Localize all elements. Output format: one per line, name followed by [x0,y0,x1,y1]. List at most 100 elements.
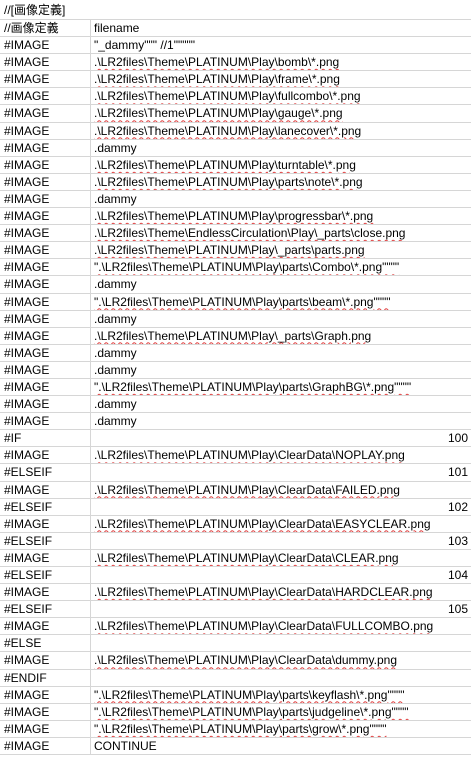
cell-column-b[interactable]: ".\LR2files\Theme\PLATINUM\Play\parts\Gr… [91,379,471,395]
cell-column-a[interactable]: #IMAGE [0,225,91,242]
cell-column-b[interactable]: "_dammy""" //1""""" [91,37,471,53]
cell-column-a[interactable]: #IMAGE [0,584,91,601]
cell-column-b[interactable]: ".\LR2files\Theme\PLATINUM\Play\parts\ke… [91,687,471,703]
cell-column-a[interactable]: #IMAGE [0,208,91,225]
cell-column-a[interactable]: #IMAGE [0,54,91,71]
cell-column-b[interactable]: .\LR2files\Theme\PLATINUM\Play\ClearData… [91,584,471,600]
table-row: #IMAGE .\LR2files\Theme\PLATINUM\Play\Cle… [0,618,471,636]
cell-column-b[interactable]: .\LR2files\Theme\PLATINUM\Play\gauge\*.p… [91,105,471,121]
cell-column-a[interactable]: #IMAGE [0,549,91,566]
cell-column-a[interactable]: #IMAGE [0,105,91,122]
cell-column-b[interactable]: .\LR2files\Theme\PLATINUM\Play\ClearData… [91,550,471,566]
cell-column-a[interactable]: #IMAGE [0,737,91,755]
cell-column-b[interactable]: .\LR2files\Theme\PLATINUM\Play\ClearData… [91,618,471,634]
cell-column-b[interactable]: .dammy [91,191,471,207]
cell-column-a[interactable]: #IMAGE [0,720,91,737]
table-row: #IMAGE .\LR2files\Theme\PLATINUM\Play\par… [0,173,471,191]
cell-column-b[interactable]: .\LR2files\Theme\PLATINUM\Play\progressb… [91,208,471,224]
table-row: #ELSEIF 101 [0,464,471,482]
cell-column-a[interactable]: #IMAGE [0,396,91,413]
cell-column-b[interactable]: ".\LR2files\Theme\PLATINUM\Play\parts\gr… [91,721,471,737]
cell-column-a[interactable]: #IMAGE [0,344,91,361]
cell-column-a[interactable]: #IMAGE [0,686,91,703]
cell-column-b[interactable]: filename [91,20,471,36]
cell-column-a[interactable]: #IMAGE [0,413,91,430]
cell-column-a[interactable]: #ELSEIF [0,498,91,515]
cell-column-b[interactable]: .\LR2files\Theme\PLATINUM\Play\lanecover… [91,123,471,139]
cell-column-b[interactable]: CONTINUE [91,738,471,754]
cell-column-a[interactable]: #IMAGE [0,378,91,396]
cell-column-a[interactable]: #ELSE [0,635,91,652]
cell-column-b[interactable]: .\LR2files\Theme\EndlessCirculation\Play… [91,225,471,241]
cell-column-a[interactable]: #IMAGE [0,293,91,310]
cell-column-a[interactable]: #IMAGE [0,122,91,139]
table-row: #IMAGE .\LR2files\Theme\PLATINUM\Play\Cle… [0,481,471,499]
cell-column-b[interactable]: ".\LR2files\Theme\PLATINUM\Play\parts\be… [91,294,471,310]
cell-column-a[interactable]: #IMAGE [0,88,91,105]
cell-column-b[interactable]: .dammy [91,311,471,327]
cell-column-a[interactable]: #IMAGE [0,618,91,635]
cell-column-b[interactable]: 103 [91,533,471,549]
cell-text: 102 [447,499,468,514]
cell-column-a[interactable]: #IMAGE [0,327,91,344]
table-row: #IMAGE .\LR2files\Theme\PLATINUM\Play\Cle… [0,515,471,533]
cell-column-a[interactable]: #IMAGE [0,71,91,88]
cell-column-b[interactable]: ".\LR2files\Theme\PLATINUM\Play\parts\ju… [91,704,471,720]
table-row: #IMAGE .\LR2files\Theme\EndlessCirculatio… [0,225,471,243]
cell-column-b[interactable]: .dammy [91,396,471,412]
cell-column-a[interactable]: #IF [0,430,91,447]
cell-column-a[interactable]: //画像定義 [0,20,91,37]
cell-column-b[interactable]: .\LR2files\Theme\PLATINUM\Play\parts\not… [91,174,471,190]
cell-column-b[interactable]: .dammy [91,345,471,361]
cell-column-a[interactable]: #IMAGE [0,361,91,378]
table-row: #IMAGE .\LR2files\Theme\PLATINUM\Play\_pa… [0,242,471,260]
cell-column-b[interactable] [91,635,471,651]
cell-column-b[interactable] [91,670,471,686]
cell-column-a[interactable]: #IMAGE [0,37,91,54]
cell-column-b[interactable]: .dammy [91,413,471,429]
cell-column-a[interactable]: #IMAGE [0,481,91,498]
cell-column-b[interactable]: .\LR2files\Theme\PLATINUM\Play\ClearData… [91,652,471,668]
cell-column-b[interactable]: .\LR2files\Theme\PLATINUM\Play\_parts\pa… [91,242,471,258]
cell-column-a[interactable]: #IMAGE [0,173,91,190]
cell-column-a[interactable]: #IMAGE [0,242,91,259]
cell-column-b[interactable]: 100 [91,430,471,446]
cell-column-a[interactable]: #IMAGE [0,652,91,669]
cell-column-a[interactable]: #IMAGE [0,276,91,293]
cell-text: .\LR2files\Theme\EndlessCirculation\Play… [94,226,406,241]
cell-column-a[interactable]: #IMAGE [0,139,91,156]
cell-column-b[interactable]: 105 [91,601,471,617]
cell-column-b[interactable]: 104 [91,567,471,583]
cell-column-b[interactable]: .\LR2files\Theme\PLATINUM\Play\fullcombo… [91,88,471,104]
cell-column-a[interactable]: #IMAGE [0,156,91,173]
cell-column-a[interactable]: #IMAGE [0,190,91,208]
cell-column-a[interactable]: #IMAGE [0,703,91,720]
cell-column-b[interactable]: .dammy [91,140,471,156]
cell-column-a[interactable]: #ELSEIF [0,601,91,618]
cell-column-b[interactable]: .\LR2files\Theme\PLATINUM\Play\ClearData… [91,482,471,498]
cell-column-a[interactable]: #IMAGE [0,310,91,327]
cell-column-b[interactable]: .\LR2files\Theme\PLATINUM\Play\bomb\*.pn… [91,54,471,70]
cell-column-b[interactable]: ".\LR2files\Theme\PLATINUM\Play\parts\Co… [91,259,471,275]
cell-text: .\LR2files\Theme\PLATINUM\Play\ClearData… [94,516,431,531]
cell-column-b[interactable]: .\LR2files\Theme\PLATINUM\Play\_parts\Gr… [91,328,471,344]
header-cell[interactable]: //[画像定義] [0,0,471,20]
cell-column-a[interactable]: #IMAGE [0,259,91,276]
cell-column-b[interactable]: .\LR2files\Theme\PLATINUM\Play\ClearData… [91,516,471,532]
cell-column-b[interactable]: .dammy [91,276,471,292]
cell-column-b[interactable]: .\LR2files\Theme\PLATINUM\Play\ClearData… [91,447,471,463]
cell-column-a[interactable]: #IMAGE [0,515,91,532]
cell-text: ".\LR2files\Theme\PLATINUM\Play\parts\be… [94,294,391,309]
cell-column-a[interactable]: #ELSEIF [0,532,91,549]
cell-column-b[interactable]: .\LR2files\Theme\PLATINUM\Play\frame\*.p… [91,71,471,87]
cell-column-a[interactable]: #ELSEIF [0,567,91,584]
cell-column-b[interactable]: 101 [91,464,471,480]
cell-column-a[interactable]: #ELSEIF [0,464,91,481]
cell-column-a[interactable]: #IMAGE [0,447,91,464]
cell-column-b[interactable]: .\LR2files\Theme\PLATINUM\Play\turntable… [91,157,471,173]
cell-column-b[interactable]: .dammy [91,362,471,378]
cell-column-b[interactable]: 102 [91,499,471,515]
cell-text: .\LR2files\Theme\PLATINUM\Play\ClearData… [94,550,399,565]
table-row: #IMAGE .dammy [0,310,471,328]
cell-column-a[interactable]: #ENDIF [0,669,91,686]
